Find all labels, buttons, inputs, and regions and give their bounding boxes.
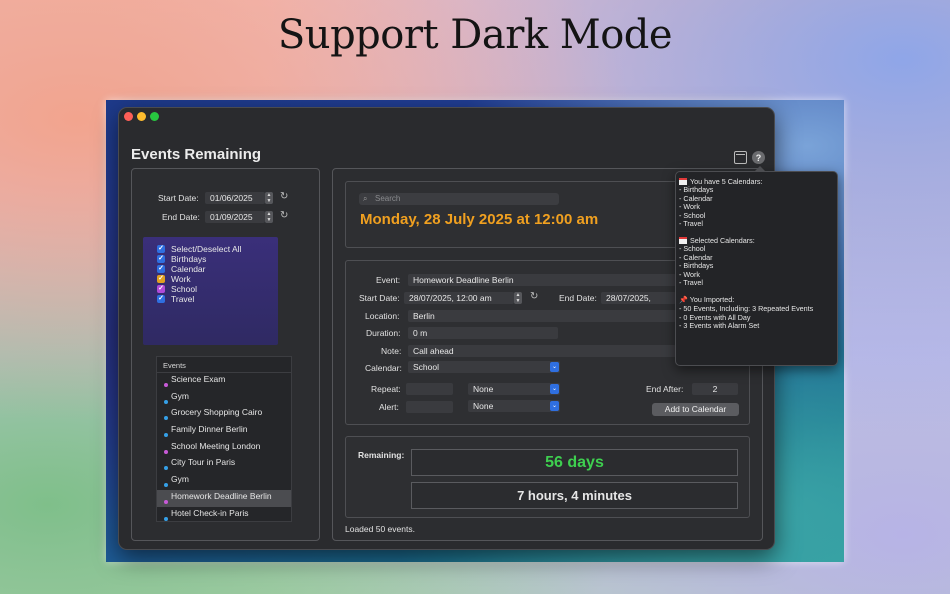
note-label: Note: [381, 346, 402, 356]
minimize-window-button[interactable] [137, 112, 146, 121]
checkbox[interactable]: ✓ [157, 295, 165, 303]
calendar-color-dot [164, 399, 168, 404]
checkbox[interactable]: ✓ [157, 275, 165, 283]
checkbox[interactable]: ✓ [157, 245, 165, 253]
location-field[interactable]: Berlin [408, 310, 676, 322]
event-start-date-field[interactable]: 28/07/2025, 12:00 am [404, 292, 514, 304]
calendar-color-dot [164, 466, 168, 471]
calendar-checkbox-select-all[interactable]: ✓ Select/Deselect All [157, 244, 241, 254]
refresh-icon[interactable]: ↻ [530, 291, 538, 302]
search-input[interactable]: ⌕ Search [359, 193, 559, 205]
refresh-icon[interactable]: ↻ [280, 210, 288, 221]
location-label: Location: [365, 311, 400, 321]
start-date-label: Start Date: [359, 293, 400, 303]
duration-field[interactable]: 0 m [408, 327, 558, 339]
alert-select[interactable]: None ⌄ [468, 400, 560, 412]
start-date-stepper[interactable]: ▲ ▼ [265, 192, 273, 204]
calendar-color-dot [164, 433, 168, 438]
remaining-hours: 7 hours, 4 minutes [517, 488, 632, 503]
search-icon: ⌕ [363, 194, 368, 203]
list-item[interactable]: City Tour in Paris [157, 456, 291, 473]
list-item[interactable]: School Meeting London [157, 440, 291, 457]
calendar-color-dot [164, 416, 168, 421]
add-to-calendar-button[interactable]: Add to Calendar [652, 403, 739, 416]
calendar-icon [679, 178, 687, 185]
end-date-stepper[interactable]: ▲ ▼ [265, 211, 273, 223]
calendar-icon [679, 236, 687, 244]
remaining-days-display: 56 days [411, 449, 738, 476]
calendar-list: ✓ Select/Deselect All ✓ Birthdays ✓ Cale… [143, 237, 278, 345]
calendar-color-dot [164, 499, 168, 504]
event-label: Event: [376, 275, 401, 285]
list-item[interactable]: Science Exam [157, 373, 291, 390]
calendar-color-dot [164, 483, 168, 488]
calendar-icon[interactable] [734, 151, 747, 164]
help-icon[interactable]: ? [752, 151, 765, 164]
filter-end-date-field[interactable]: 01/09/2025 [205, 211, 265, 223]
calendar-color-dot [164, 383, 168, 387]
chevron-down-icon: ⌄ [550, 362, 559, 372]
headline: Support Dark Mode [277, 12, 673, 58]
calendar-info-popover: You have 5 Calendars: - Birthdays - Cale… [675, 166, 838, 366]
list-item[interactable]: Gym [157, 473, 291, 490]
event-end-date-field[interactable]: 28/07/2025, [601, 292, 676, 304]
list-item-selected[interactable]: Homework Deadline Berlin [157, 489, 291, 507]
list-item[interactable]: Grocery Shopping Cairo [157, 406, 291, 423]
remaining-hours-display: 7 hours, 4 minutes [411, 482, 738, 509]
calendar-select[interactable]: School ⌄ [408, 361, 560, 373]
end-date-label: End Date: [162, 212, 200, 222]
repeat-interval-field[interactable] [406, 383, 453, 395]
filter-start-date-field[interactable]: 01/06/2025 [205, 192, 265, 204]
end-date-label: End Date: [559, 293, 597, 303]
calendar-label: Calendar: [365, 363, 402, 373]
end-after-field[interactable]: 2 [692, 383, 738, 395]
calendar-checkbox-travel[interactable]: ✓ Travel [157, 294, 194, 304]
calendar-color-dot [164, 449, 168, 454]
event-start-stepper[interactable]: ▲ ▼ [514, 292, 522, 304]
list-item[interactable]: Gym [157, 390, 291, 407]
alert-time-field[interactable] [406, 401, 453, 413]
calendar-checkbox-school[interactable]: ✓ School [157, 284, 197, 294]
repeat-label: Repeat: [371, 384, 401, 394]
calendar-checkbox-calendar[interactable]: ✓ Calendar [157, 264, 206, 274]
window-title: Events Remaining [131, 146, 262, 163]
calendar-color-dot [164, 516, 168, 521]
events-list[interactable]: Events Science Exam Gym Grocery Shopping… [156, 356, 292, 522]
end-after-label: End After: [646, 384, 684, 394]
chevron-down-icon: ⌄ [550, 401, 559, 411]
event-name-field[interactable]: Homework Deadline Berlin [408, 274, 676, 286]
list-item[interactable]: Hotel Check-in Paris [157, 507, 291, 524]
calendar-checkbox-work[interactable]: ✓ Work [157, 274, 191, 284]
remaining-label: Remaining: [358, 450, 405, 460]
duration-label: Duration: [366, 328, 401, 338]
checkbox[interactable]: ✓ [157, 285, 165, 293]
calendar-checkbox-birthdays[interactable]: ✓ Birthdays [157, 254, 206, 264]
remaining-days: 56 days [545, 453, 604, 471]
alert-label: Alert: [379, 402, 399, 412]
note-field[interactable]: Call ahead [408, 345, 676, 357]
refresh-icon[interactable]: ↻ [280, 191, 288, 202]
checkbox[interactable]: ✓ [157, 265, 165, 273]
current-date-display: Monday, 28 July 2025 at 12:00 am [360, 211, 599, 228]
list-item[interactable]: Family Dinner Berlin [157, 423, 291, 440]
start-date-label: Start Date: [158, 193, 199, 203]
chevron-down-icon: ⌄ [550, 384, 559, 394]
close-window-button[interactable] [124, 112, 133, 121]
zoom-window-button[interactable] [150, 112, 159, 121]
events-header: Events [157, 357, 291, 373]
repeat-select[interactable]: None ⌄ [468, 383, 560, 395]
checkbox[interactable]: ✓ [157, 255, 165, 263]
status-text: Loaded 50 events. [345, 524, 415, 534]
